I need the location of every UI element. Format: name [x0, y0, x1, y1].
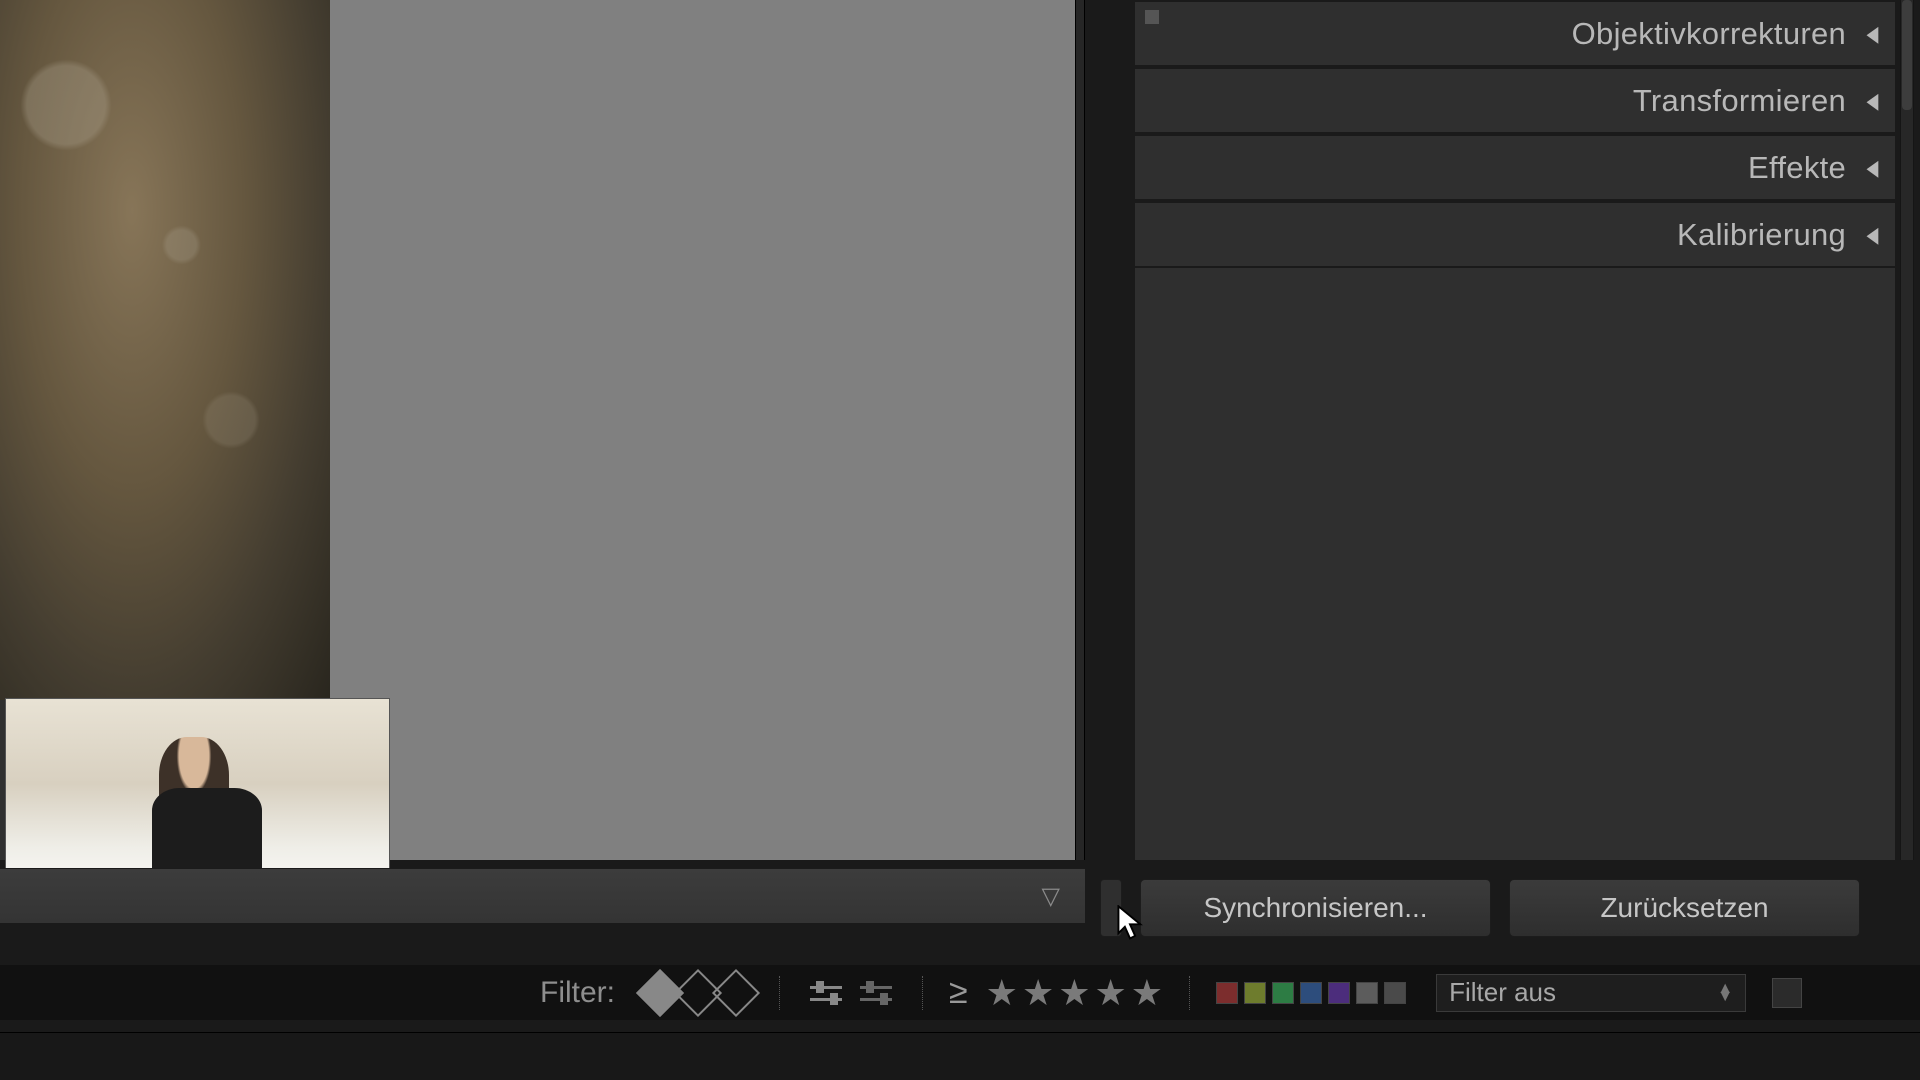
sync-mode-switch[interactable] [1100, 879, 1122, 937]
star-icon[interactable]: ★ [1131, 975, 1163, 1011]
reset-button[interactable]: Zurücksetzen [1509, 879, 1860, 937]
toolbar-strip: ▽ [0, 868, 1085, 923]
separator [1189, 976, 1190, 1010]
chevron-left-icon: ◀ [1867, 222, 1879, 248]
panel-lens-corrections[interactable]: Objektivkorrekturen ◀ [1135, 0, 1895, 67]
filter-preset-value: Filter aus [1449, 977, 1556, 1008]
color-chip[interactable] [1328, 982, 1350, 1004]
filter-bar: Filter: ≥ ★ ★ ★ ★ ★ Filter aus ▲▼ [0, 965, 1920, 1020]
star-icon[interactable]: ★ [1022, 975, 1054, 1011]
panel-transform[interactable]: Transformieren ◀ [1135, 67, 1895, 134]
panel-label: Objektivkorrekturen [1572, 16, 1846, 52]
filter-lock-toggle[interactable] [1772, 978, 1802, 1008]
flag-rejected-icon[interactable] [712, 968, 760, 1016]
panel-label: Kalibrierung [1677, 217, 1846, 253]
chevron-left-icon: ◀ [1867, 88, 1879, 114]
panel-calibration[interactable]: Kalibrierung ◀ [1135, 201, 1895, 268]
color-chip[interactable] [1216, 982, 1238, 1004]
color-chip[interactable] [1244, 982, 1266, 1004]
preview-photo [0, 0, 330, 700]
panel-label: Transformieren [1633, 83, 1846, 119]
color-chip[interactable] [1356, 982, 1378, 1004]
app-root: Objektivkorrekturen ◀ Transformieren ◀ E… [0, 0, 1920, 1080]
chevron-down-icon[interactable]: ▽ [1042, 882, 1060, 911]
rating-filter: ★ ★ ★ ★ ★ [986, 975, 1163, 1011]
star-icon[interactable]: ★ [986, 975, 1018, 1011]
panel-label: Effekte [1748, 150, 1846, 186]
star-icon[interactable]: ★ [1095, 975, 1127, 1011]
reset-button-label: Zurücksetzen [1600, 892, 1768, 924]
filmstrip[interactable] [0, 1032, 1920, 1080]
filter-label: Filter: [540, 976, 615, 1010]
right-scrollbar-thumb[interactable] [1902, 0, 1912, 110]
sync-button[interactable]: Synchronisieren... [1140, 879, 1491, 937]
right-scrollbar-track[interactable] [1900, 0, 1914, 860]
panel-divider[interactable] [1075, 0, 1085, 860]
chevron-left-icon: ◀ [1867, 21, 1879, 47]
color-label-filter [1216, 982, 1406, 1004]
color-chip[interactable] [1384, 982, 1406, 1004]
filter-preset-dropdown[interactable]: Filter aus ▲▼ [1436, 974, 1746, 1012]
rating-comparator-icon[interactable]: ≥ [949, 973, 968, 1012]
chevron-left-icon: ◀ [1867, 155, 1879, 181]
separator [922, 976, 923, 1010]
panel-effects[interactable]: Effekte ◀ [1135, 134, 1895, 201]
sliders-icon[interactable] [806, 976, 846, 1010]
color-chip[interactable] [1272, 982, 1294, 1004]
sync-button-label: Synchronisieren... [1203, 892, 1427, 924]
stepper-icon: ▲▼ [1717, 985, 1733, 1001]
attribute-filter-group [806, 976, 896, 1010]
separator [779, 976, 780, 1010]
star-icon[interactable]: ★ [1058, 975, 1090, 1011]
preview-mask [330, 0, 1075, 860]
color-chip[interactable] [1300, 982, 1322, 1004]
sliders-off-icon[interactable] [856, 976, 896, 1010]
develop-panels: Objektivkorrekturen ◀ Transformieren ◀ E… [1135, 0, 1895, 860]
panel-toggle-icon[interactable] [1145, 10, 1159, 24]
flag-filter-group [643, 976, 753, 1010]
action-button-row: Synchronisieren... Zurücksetzen [1100, 878, 1860, 938]
